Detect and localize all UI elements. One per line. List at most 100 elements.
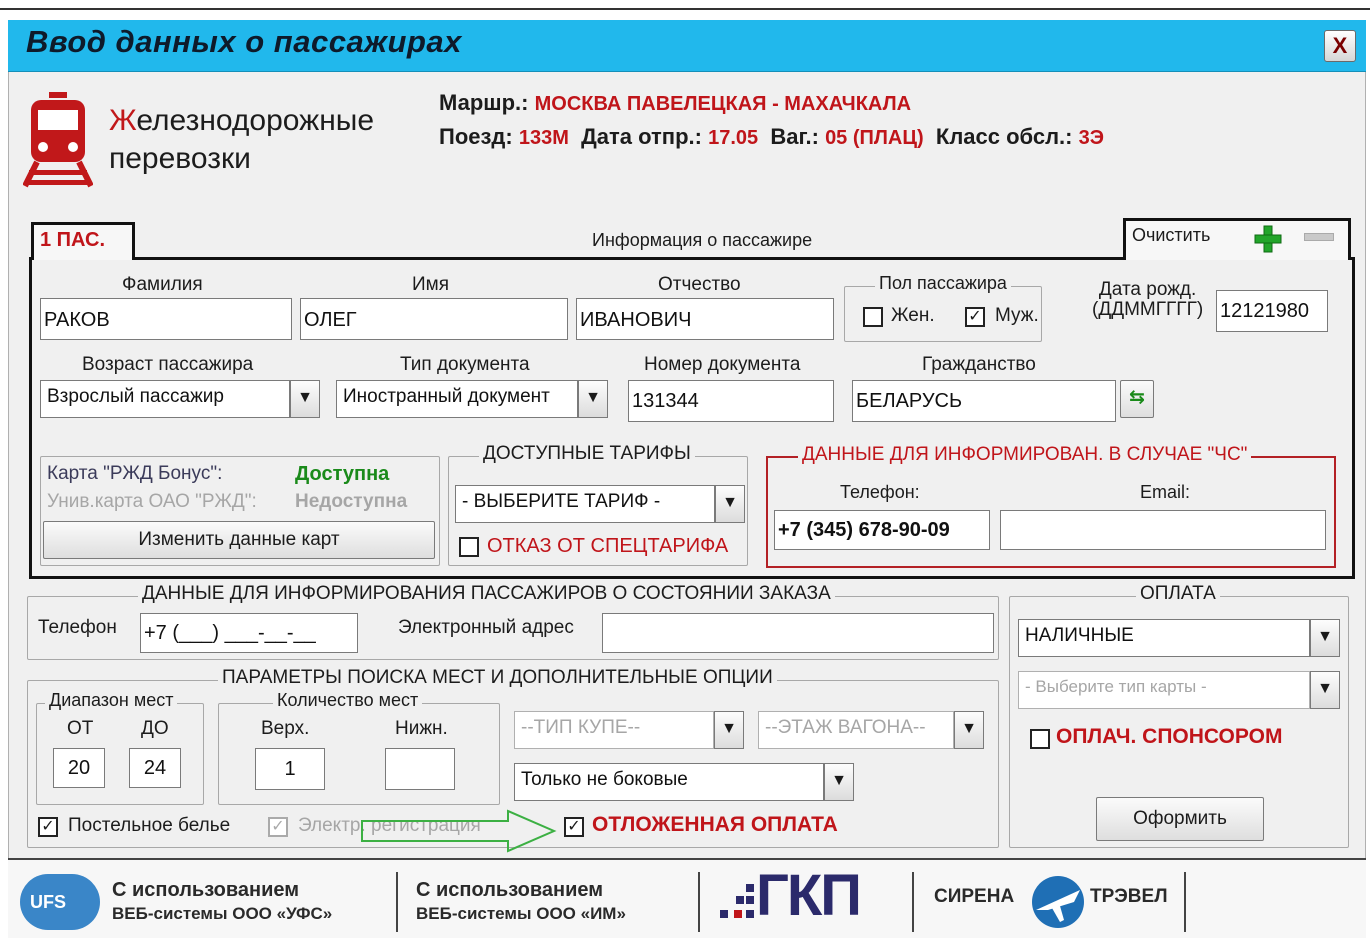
card-type-select[interactable]: - Выберите тип карты - [1018, 671, 1310, 709]
seat-range-group: Диапазон мест ОТ ДО 20 24 [36, 690, 204, 805]
top-divider [0, 8, 1370, 10]
gkp-logo: ГКП [756, 863, 862, 928]
payment-method-select[interactable]: НАЛИЧНЫЕ [1018, 619, 1310, 657]
remove-passenger-button[interactable] [1304, 233, 1334, 241]
deferred-payment-label: ОТЛОЖЕННАЯ ОПЛАТА [592, 813, 838, 836]
age-select[interactable]: Взрослый пассажир [40, 380, 290, 418]
close-icon: X [1332, 33, 1348, 58]
doc-number-label: Номер документа [644, 354, 801, 375]
footer-separator [698, 872, 700, 932]
citizenship-input[interactable]: БЕЛАРУСЬ [852, 380, 1116, 422]
linen-checkbox[interactable]: ✓ [38, 817, 58, 837]
refuse-tariff-label: ОТКАЗ ОТ СПЕЦТАРИФА [487, 535, 729, 557]
submit-order-button[interactable]: Оформить [1096, 797, 1264, 841]
tariff-select[interactable]: - ВЫБЕРИТЕ ТАРИФ - [455, 485, 715, 523]
change-cards-button[interactable]: Изменить данные карт [43, 521, 435, 559]
im-line2: ВЕБ-системы ООО «ИМ» [416, 904, 626, 923]
emergency-phone-input[interactable]: +7 (345) 678-90-09 [774, 510, 990, 550]
e-registration-checkbox[interactable]: ✓ [268, 817, 288, 837]
payment-group: ОПЛАТА НАЛИЧНЫЕ ▼ - Выберите тип карты -… [1009, 583, 1349, 848]
birth-date-input[interactable]: 12121980 [1216, 290, 1328, 332]
route-line-2: Поезд: 133М Дата отпр.: 17.05 Ваг.: 05 (… [439, 124, 1104, 150]
card-type-dropdown-button[interactable]: ▼ [1310, 671, 1340, 709]
age-dropdown-button[interactable]: ▼ [290, 380, 320, 418]
patronymic-label: Отчество [658, 274, 741, 295]
car-floor-select[interactable]: --ЭТАЖ ВАГОНА-- [758, 711, 954, 749]
male-label: Муж. [995, 305, 1039, 326]
close-button[interactable]: X [1324, 30, 1356, 62]
check-icon: ✓ [41, 818, 55, 835]
payment-method-dropdown-button[interactable]: ▼ [1310, 619, 1340, 657]
clear-button[interactable]: Очистить [1132, 225, 1210, 245]
tariffs-legend: ДОСТУПНЫЕ ТАРИФЫ [479, 443, 695, 465]
age-label: Возраст пассажира [82, 354, 254, 375]
side-seats-select[interactable]: Только не боковые [514, 763, 824, 801]
chevron-down-icon: ▼ [721, 720, 737, 737]
univ-card-label: Унив.карта ОАО "РЖД": [47, 491, 257, 512]
male-checkbox[interactable]: ✓ [965, 307, 985, 327]
check-icon: ✓ [271, 818, 285, 835]
doc-type-label: Тип документа [400, 354, 530, 375]
passenger-panel: Информация о пассажире Фамилия Имя Отчес… [29, 230, 1355, 579]
order-email-input[interactable] [602, 613, 994, 653]
route-line-1: Маршр.: МОСКВА ПАВЕЛЕЦКАЯ - МАХАЧКАЛА [439, 90, 911, 116]
title-bar: Ввод данных о пассажирах X [8, 20, 1366, 72]
patronymic-input[interactable]: ИВАНОВИЧ [576, 298, 834, 340]
sponsor-label: ОПЛАЧ. СПОНСОРОМ [1056, 725, 1283, 748]
payment-legend: ОПЛАТА [1136, 583, 1220, 605]
side-seats-dropdown-button[interactable]: ▼ [824, 763, 854, 801]
doc-type-dropdown-button[interactable]: ▼ [578, 380, 608, 418]
lower-seats-input[interactable] [385, 748, 455, 790]
coupe-type-dropdown-button[interactable]: ▼ [714, 711, 744, 749]
upper-seats-input[interactable]: 1 [255, 748, 325, 790]
seat-from-input[interactable]: 20 [53, 748, 105, 788]
order-phone-input[interactable]: +7 (___) ___-__-__ [140, 613, 358, 653]
chevron-down-icon: ▼ [297, 389, 313, 406]
seat-from-label: ОТ [67, 718, 94, 739]
name-label: Имя [412, 274, 450, 295]
tab-passenger-1[interactable]: 1 ПАС. [31, 222, 135, 260]
logo-text: Железнодорожные перевозки [109, 102, 374, 178]
citizenship-swap-button[interactable]: ⇆ [1120, 380, 1154, 418]
logo-line1: елезнодорожные [136, 104, 375, 137]
class-label: Класс обсл.: [935, 124, 1073, 149]
doc-type-select[interactable]: Иностранный документ [336, 380, 578, 418]
chevron-down-icon: ▼ [1317, 680, 1333, 697]
deferred-payment-checkbox[interactable]: ✓ [564, 817, 584, 837]
car-floor-dropdown-button[interactable]: ▼ [954, 711, 984, 749]
swap-arrows-icon: ⇆ [1129, 387, 1145, 408]
female-checkbox[interactable] [863, 307, 883, 327]
emergency-email-input[interactable] [1000, 510, 1326, 550]
seat-to-input[interactable]: 24 [129, 748, 181, 788]
im-line1: С использованием [416, 879, 604, 901]
check-icon: ✓ [567, 818, 581, 835]
name-input[interactable]: ОЛЕГ [300, 298, 568, 340]
doc-number-input[interactable]: 131344 [628, 380, 834, 422]
route-label: Маршр.: [439, 90, 529, 115]
sirena-right-text: ТРЭВЕЛ [1090, 886, 1168, 907]
ufs-line2: ВЕБ-системы ООО «УФС» [112, 904, 333, 923]
footer-separator [912, 872, 914, 932]
birth-label-line2: (ДДММГГГГ) [1092, 299, 1204, 320]
ufs-logo: UFS [20, 874, 100, 930]
train-icon [23, 92, 93, 188]
check-icon: ✓ [968, 308, 982, 325]
birth-label-line1: Дата рожд. [1098, 279, 1197, 300]
date-label: Дата отпр.: [581, 124, 702, 149]
route-value: МОСКВА ПАВЕЛЕЦКАЯ - МАХАЧКАЛА [534, 93, 912, 115]
sponsor-checkbox[interactable] [1030, 729, 1050, 749]
footer-partners: UFS С использованием ВЕБ-системы ООО «УФ… [8, 858, 1366, 938]
seat-count-group: Количество мест Верх. Нижн. 1 [218, 690, 500, 805]
surname-label: Фамилия [122, 274, 203, 295]
coupe-type-select[interactable]: --ТИП КУПЕ-- [514, 711, 714, 749]
add-passenger-button[interactable] [1254, 225, 1282, 258]
tariff-dropdown-button[interactable]: ▼ [715, 485, 745, 523]
seat-range-legend: Диапазон мест [45, 690, 178, 711]
im-text: С использованием ВЕБ-системы ООО «ИМ» [416, 878, 626, 926]
birth-label: Дата рожд. (ДДММГГГГ) [1092, 280, 1203, 320]
surname-input[interactable]: РАКОВ [40, 298, 292, 340]
refuse-tariff-checkbox[interactable] [459, 537, 479, 557]
plus-icon [1254, 225, 1282, 253]
gender-group: Пол пассажира Жен. ✓ Муж. [844, 273, 1042, 342]
footer-separator [396, 872, 398, 932]
